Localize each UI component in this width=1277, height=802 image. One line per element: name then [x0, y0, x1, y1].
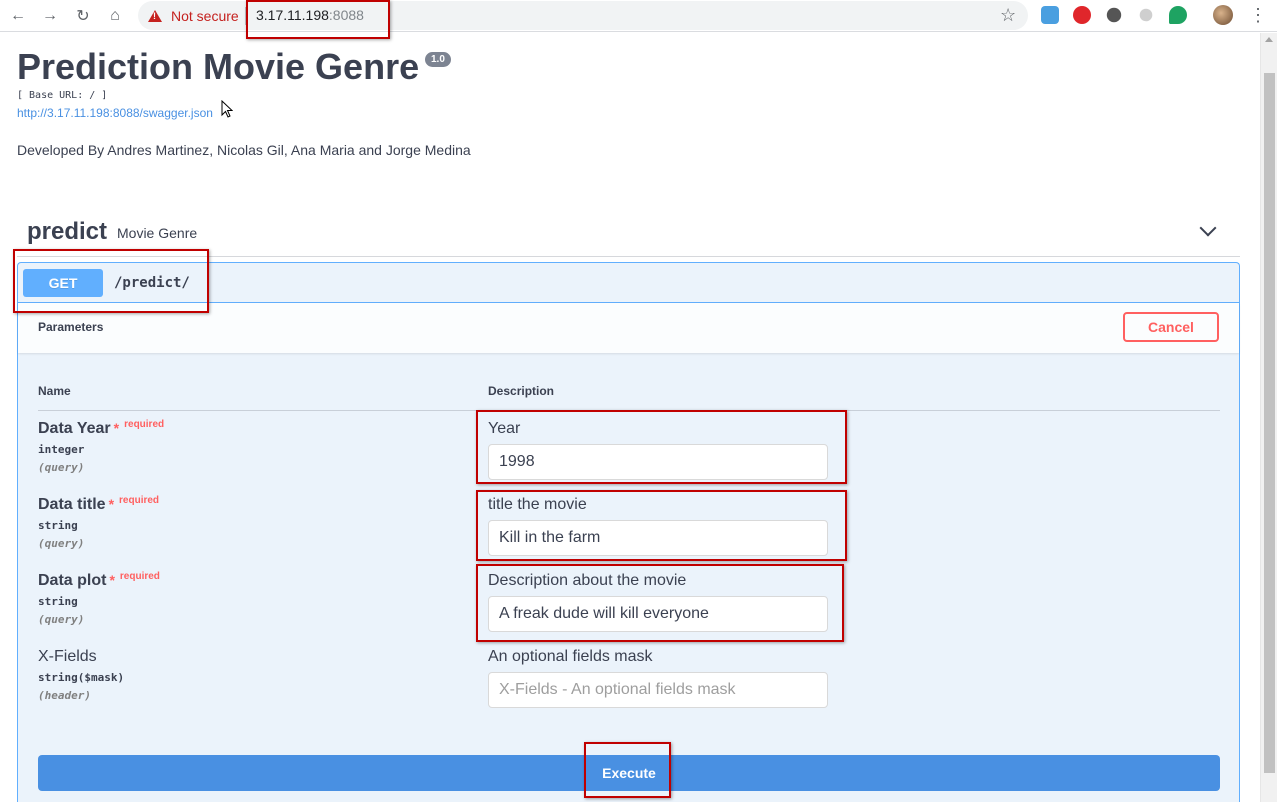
operation-block: GET /predict/ Parameters Cancel Name Des… [17, 262, 1240, 802]
extension-settings-icon[interactable] [1106, 7, 1122, 23]
tag-name: predict [27, 218, 108, 245]
swagger-json-link[interactable]: http://3.17.11.198:8088/swagger.json [17, 106, 213, 120]
param-description: title the movie [488, 496, 587, 513]
url-host: 3.17.11.198 [256, 7, 329, 23]
reload-icon[interactable]: ↻ [71, 4, 95, 28]
param-description: Year [488, 420, 521, 437]
param-description: An optional fields mask [488, 648, 653, 665]
param-location: (query) [38, 461, 85, 474]
param-location: (query) [38, 613, 85, 626]
param-location: (query) [38, 537, 85, 550]
warning-icon [148, 10, 162, 22]
cancel-button[interactable]: Cancel [1123, 312, 1219, 342]
security-indicator[interactable]: Not secure [148, 8, 239, 24]
param-row-data-title: Data title * required string (query) [38, 495, 160, 550]
bookmark-star-icon[interactable]: ☆ [1000, 5, 1016, 26]
profile-avatar[interactable] [1213, 5, 1233, 25]
back-icon[interactable]: ← [6, 4, 30, 28]
required-star: * [108, 496, 115, 512]
scrollbar-thumb[interactable] [1264, 73, 1275, 773]
extension-circle-icon[interactable] [1139, 8, 1153, 22]
param-name-cell: Data title * required [38, 495, 160, 514]
url-port: :8088 [328, 7, 364, 23]
execute-button[interactable]: Execute [38, 755, 1220, 791]
param-name-cell: Data plot * required [38, 571, 160, 590]
required-star: * [113, 420, 120, 436]
api-description: Developed By Andres Martinez, Nicolas Gi… [17, 142, 471, 158]
column-header-name: Name [38, 384, 71, 398]
scroll-up-arrow-icon[interactable] [1265, 37, 1273, 42]
param-location: (header) [38, 689, 91, 702]
param-row-data-plot: Data plot * required string (query) [38, 571, 160, 626]
chevron-down-icon[interactable] [1199, 219, 1217, 237]
param-name: Data plot [38, 572, 107, 589]
param-row-data-year: Data Year * required integer (query) [38, 419, 165, 474]
method-badge: GET [23, 269, 103, 297]
x-fields-input[interactable] [488, 672, 828, 708]
tag-description: Movie Genre [117, 225, 198, 241]
operation-summary[interactable]: GET /predict/ [18, 263, 1239, 303]
url-text[interactable]: 3.17.11.198:8088 [256, 7, 364, 23]
tag-section-header[interactable]: predict Movie Genre [17, 212, 1240, 257]
required-label: required [119, 495, 160, 506]
extension-hangouts-icon[interactable] [1169, 6, 1187, 24]
required-label: required [119, 571, 160, 582]
table-divider [38, 410, 1220, 411]
param-description: Description about the movie [488, 572, 687, 589]
required-star: * [109, 572, 115, 588]
column-header-description: Description [488, 384, 555, 398]
operation-path: /predict/ [114, 275, 190, 291]
base-url: [ Base URL: / ] [17, 90, 108, 101]
parameters-title: Parameters [38, 320, 104, 334]
param-name-cell: Data Year * required [38, 419, 165, 438]
browser-menu-icon[interactable]: ⋮ [1249, 5, 1267, 26]
param-type: string [38, 519, 78, 532]
parameters-header: Parameters Cancel [18, 303, 1239, 353]
required-label: required [124, 419, 165, 430]
data-year-input[interactable] [488, 444, 828, 480]
browser-toolbar: ← → ↻ ⌂ Not secure 3.17.11.198:8088 ☆ ⋮ [0, 0, 1277, 32]
page-title: Prediction Movie Genre [17, 46, 420, 87]
data-title-input[interactable] [488, 520, 828, 556]
extension-chat-icon[interactable] [1041, 6, 1059, 24]
security-label: Not secure [171, 8, 239, 24]
param-name: Data Year [38, 420, 111, 437]
forward-icon[interactable]: → [38, 4, 62, 28]
home-icon[interactable]: ⌂ [103, 4, 127, 28]
mouse-cursor-icon [221, 100, 233, 118]
param-row-x-fields: X-Fields string($mask) (header) [38, 648, 124, 702]
extension-adblock-icon[interactable] [1073, 6, 1091, 24]
param-type: integer [38, 443, 85, 456]
address-separator [245, 7, 246, 25]
param-name: X-Fields [38, 648, 97, 665]
version-badge: 1.0 [425, 52, 451, 67]
param-name: Data title [38, 496, 106, 513]
page-scrollbar[interactable] [1260, 33, 1277, 802]
param-type: string [38, 595, 78, 608]
param-type: string($mask) [38, 671, 125, 684]
data-plot-input[interactable] [488, 596, 828, 632]
